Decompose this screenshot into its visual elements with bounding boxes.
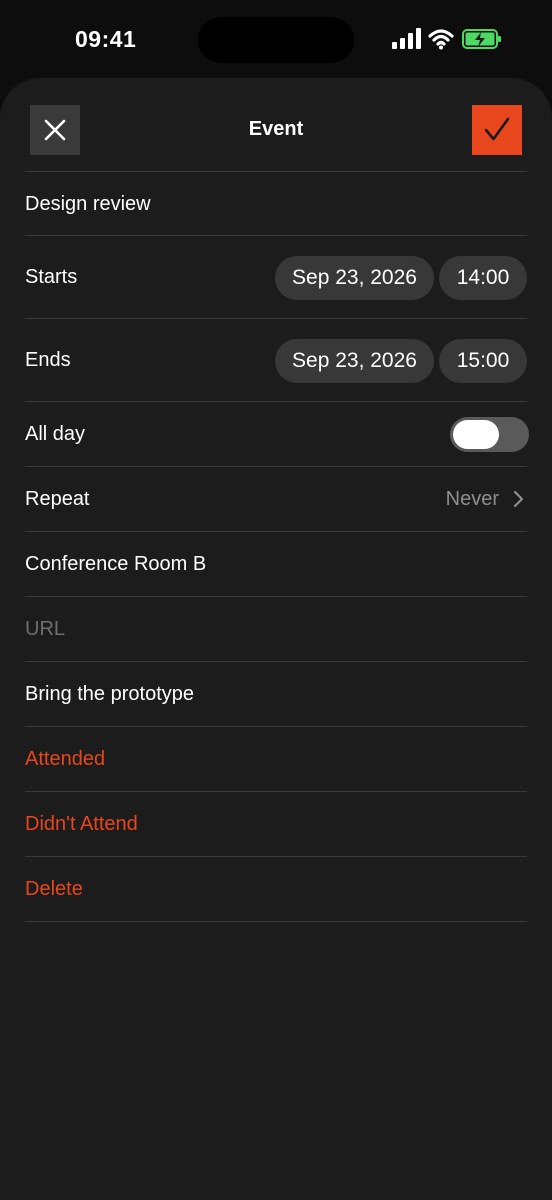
starts-label: Starts xyxy=(25,266,78,288)
repeat-label: Repeat xyxy=(25,488,90,510)
all-day-label: All day xyxy=(25,423,86,445)
repeat-value: Never xyxy=(445,488,499,510)
start-time-button[interactable]: 14:00 xyxy=(439,256,527,300)
status-bar: 09:41 xyxy=(0,0,552,80)
status-time: 09:41 xyxy=(75,26,137,52)
url-field[interactable]: URL xyxy=(25,597,527,662)
save-button[interactable] xyxy=(472,105,522,155)
page-title: Event xyxy=(248,118,304,140)
url-placeholder: URL xyxy=(25,618,66,640)
notes-field[interactable]: Bring the prototype xyxy=(25,662,527,727)
checkmark-icon xyxy=(484,117,510,141)
dynamic-island xyxy=(198,17,354,63)
wifi-icon xyxy=(428,29,454,50)
battery-charging-icon xyxy=(462,29,501,49)
location-field[interactable]: Conference Room B xyxy=(25,532,527,597)
title-field[interactable]: Design review xyxy=(25,171,527,236)
end-time-button[interactable]: 15:00 xyxy=(439,339,527,383)
repeat-row[interactable]: Repeat Never xyxy=(25,467,527,532)
toggle-knob xyxy=(453,420,499,449)
sheet-header: Event xyxy=(0,78,552,170)
all-day-row: All day xyxy=(25,402,529,467)
attended-button[interactable]: Attended xyxy=(25,727,527,792)
location-value: Conference Room B xyxy=(25,553,207,575)
signal-icon xyxy=(392,28,421,49)
start-date-button[interactable]: Sep 23, 2026 xyxy=(275,256,434,300)
attended-label: Attended xyxy=(25,748,106,770)
event-sheet: Event Design review Starts Sep 23, 2026 … xyxy=(0,78,552,1200)
all-day-toggle[interactable] xyxy=(450,417,529,452)
title-value: Design review xyxy=(25,193,151,215)
end-date-button[interactable]: Sep 23, 2026 xyxy=(275,339,434,383)
didnt-attend-button[interactable]: Didn't Attend xyxy=(25,792,527,857)
notes-value: Bring the prototype xyxy=(25,683,194,705)
starts-row: Starts Sep 23, 2026 14:00 xyxy=(25,236,527,319)
didnt-attend-label: Didn't Attend xyxy=(25,813,138,835)
ends-label: Ends xyxy=(25,349,71,371)
ends-row: Ends Sep 23, 2026 15:00 xyxy=(25,319,527,402)
delete-button[interactable]: Delete xyxy=(25,857,527,922)
chevron-right-icon xyxy=(513,490,524,508)
delete-label: Delete xyxy=(25,878,83,900)
